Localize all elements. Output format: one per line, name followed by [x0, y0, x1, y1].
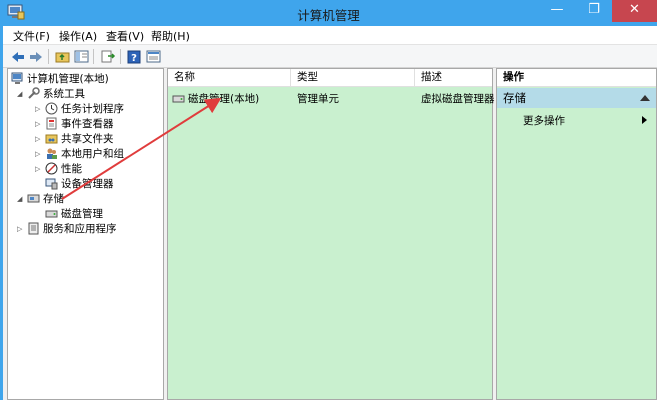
submenu-arrow-icon[interactable]: [642, 116, 647, 124]
maximize-button[interactable]: ❐: [580, 0, 608, 22]
collapsed-arrow-icon[interactable]: ▷: [35, 135, 43, 143]
tree-item-shared-folders[interactable]: ▷ 共享文件夹: [35, 131, 114, 146]
list-item-description: 虚拟磁盘管理器: [421, 93, 495, 105]
users-icon: [47, 148, 57, 159]
tree-item-disk-management[interactable]: 磁盘管理: [45, 206, 103, 221]
list-item-name[interactable]: 磁盘管理(本地): [172, 91, 259, 106]
collapsed-arrow-icon[interactable]: ▷: [35, 105, 43, 113]
menu-help[interactable]: 帮助(H): [151, 28, 190, 44]
tree-label: 任务计划程序: [61, 103, 124, 115]
list-item-type: 管理单元: [297, 93, 339, 105]
menu-bar: 文件(F) 操作(A) 查看(V) 帮助(H): [3, 26, 657, 44]
storage-icon: [27, 194, 40, 203]
collapse-arrow-icon[interactable]: [640, 95, 650, 101]
tree-item-event-viewer[interactable]: ▷ 事件查看器: [35, 116, 114, 131]
back-icon[interactable]: [9, 48, 27, 65]
tree-item-services-apps[interactable]: ▷ 服务和应用程序: [17, 221, 117, 236]
tree-item-storage[interactable]: ◢ 存储: [17, 191, 64, 206]
tree-label: 服务和应用程序: [43, 223, 117, 235]
window-client: 文件(F) 操作(A) 查看(V) 帮助(H) ? 计算机管理(本地) ◢ 系统…: [3, 26, 657, 400]
tree-label: 共享文件夹: [61, 133, 114, 145]
help-icon[interactable]: ?: [125, 48, 143, 65]
tree-item-task-scheduler[interactable]: ▷ 任务计划程序: [35, 101, 124, 116]
console-tree: 计算机管理(本地) ◢ 系统工具 ▷ 任务计划程序 ▷ 事件查看器 ▷ 共享文件…: [7, 68, 164, 400]
tree-item-system-tools[interactable]: ◢ 系统工具: [17, 86, 85, 101]
column-header-description[interactable]: 描述: [415, 69, 492, 87]
minimize-button[interactable]: —: [543, 0, 571, 22]
up-folder-icon[interactable]: [53, 48, 71, 65]
tree-item-device-manager[interactable]: 设备管理器: [45, 176, 114, 191]
tree-label: 事件查看器: [61, 118, 114, 130]
tree-label: 磁盘管理: [61, 208, 103, 220]
clock-icon: [45, 102, 58, 115]
close-button[interactable]: ✕: [612, 0, 657, 22]
toolbar-separator: [120, 49, 121, 64]
collapsed-arrow-icon[interactable]: ▷: [35, 150, 43, 158]
actions-section-label: 存储: [503, 91, 526, 105]
expanded-arrow-icon[interactable]: ◢: [17, 90, 25, 98]
forward-icon[interactable]: [27, 48, 45, 65]
tree-label: 设备管理器: [61, 178, 114, 190]
event-log-icon: [46, 117, 57, 130]
svg-text:?: ?: [131, 53, 137, 64]
tree-label: 性能: [61, 163, 82, 175]
tree-label: 本地用户和组: [61, 148, 124, 160]
actions-header: 操作: [497, 69, 656, 87]
actions-section-storage[interactable]: 存储: [497, 88, 656, 108]
toolbar: ?: [3, 44, 657, 68]
collapsed-arrow-icon[interactable]: ▷: [35, 120, 43, 128]
collapsed-arrow-icon[interactable]: ▷: [35, 165, 43, 173]
computer-management-icon: [11, 72, 23, 84]
collapsed-arrow-icon[interactable]: ▷: [17, 225, 25, 233]
tree-item-local-users[interactable]: ▷ 本地用户和组: [35, 146, 124, 161]
device-manager-icon: [45, 178, 58, 190]
shared-folder-icon: [45, 134, 58, 144]
tools-icon: [28, 87, 40, 99]
performance-icon: [45, 162, 58, 175]
tree-label: 系统工具: [43, 88, 85, 100]
show-tree-icon[interactable]: [72, 48, 90, 65]
disk-icon: [172, 95, 185, 103]
services-icon: [28, 222, 39, 235]
toolbar-separator: [93, 49, 94, 64]
list-item-name-label: 磁盘管理(本地): [188, 93, 260, 105]
actions-pane: 操作 存储 更多操作: [496, 68, 657, 400]
properties-icon[interactable]: [144, 48, 162, 65]
toolbar-separator: [48, 49, 49, 64]
tree-item-root[interactable]: 计算机管理(本地): [11, 71, 109, 86]
tree-label: 存储: [43, 193, 64, 205]
expanded-arrow-icon[interactable]: ◢: [17, 195, 25, 203]
menu-view[interactable]: 查看(V): [106, 28, 144, 44]
tree-label: 计算机管理(本地): [27, 73, 109, 85]
more-actions-link[interactable]: 更多操作: [523, 113, 565, 128]
title-bar: 计算机管理 — ❐ ✕: [0, 0, 657, 26]
column-header-type[interactable]: 类型: [291, 69, 414, 87]
result-list: 名称 类型 描述 磁盘管理(本地) 管理单元 虚拟磁盘管理器: [167, 68, 495, 400]
column-header-name[interactable]: 名称: [168, 69, 290, 87]
menu-action[interactable]: 操作(A): [59, 28, 97, 44]
menu-file[interactable]: 文件(F): [13, 28, 50, 44]
tree-item-performance[interactable]: ▷ 性能: [35, 161, 82, 176]
disk-icon: [45, 210, 58, 218]
export-icon[interactable]: [99, 48, 117, 65]
